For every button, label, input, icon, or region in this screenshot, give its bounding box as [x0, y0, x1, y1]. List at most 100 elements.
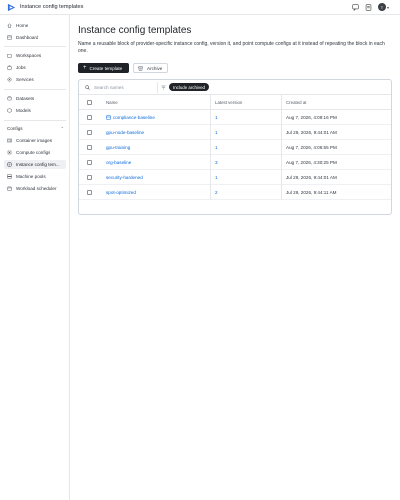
- avatar: T: [377, 3, 386, 11]
- dashboard-icon: [7, 35, 12, 40]
- create-template-button[interactable]: + Create template: [78, 63, 129, 73]
- template-name-link[interactable]: gpu-node-baseline: [106, 130, 144, 135]
- table-row[interactable]: security-hardened 1 Jul 29, 2026, 9:44:0…: [79, 170, 391, 185]
- template-icon: [7, 162, 12, 167]
- chat-icon[interactable]: [352, 3, 360, 11]
- template-name-link[interactable]: org-baseline: [106, 160, 131, 165]
- create-template-label: Create template: [89, 65, 123, 71]
- latest-version-link[interactable]: 3: [215, 160, 218, 165]
- toolbar-divider: [157, 82, 158, 93]
- column-divider: [210, 155, 211, 170]
- template-name: gpu-node-baseline: [106, 130, 145, 135]
- template-name-link[interactable]: security-hardened: [106, 175, 143, 180]
- column-divider: [210, 110, 211, 125]
- divider: [4, 120, 66, 121]
- folder-icon: [7, 54, 12, 58]
- sidebar-item-home[interactable]: Home: [4, 21, 66, 30]
- sidebar-item-container-images[interactable]: Container images: [4, 136, 66, 145]
- sidebar-item-label: Jobs: [16, 65, 26, 70]
- table-row[interactable]: spot-optimized 2 Jul 29, 2026, 9:44:11 A…: [79, 185, 391, 200]
- scheduler-icon: [7, 186, 12, 191]
- column-divider: [281, 110, 282, 125]
- latest-version-link[interactable]: 1: [215, 115, 218, 120]
- sidebar-item-datasets[interactable]: Datasets: [4, 94, 66, 103]
- row-checkbox[interactable]: [87, 160, 92, 165]
- created-at: Aug 7, 2026, 4:06:55 PM: [286, 145, 337, 150]
- archive-button[interactable]: Archive: [133, 63, 168, 73]
- template-name-link[interactable]: spot-optimized: [106, 190, 136, 195]
- column-divider: [281, 95, 282, 110]
- filter-icon[interactable]: [161, 85, 166, 90]
- sidebar-item-workspaces[interactable]: Workspaces: [4, 51, 66, 60]
- template-name: gpu-training: [106, 145, 131, 150]
- latest-version-link[interactable]: 1: [215, 130, 218, 135]
- latest-version-link[interactable]: 1: [215, 175, 218, 180]
- template-name-link[interactable]: gpu-training: [106, 145, 130, 150]
- sidebar-item-label: Services: [16, 77, 34, 82]
- column-header-created[interactable]: Created at: [286, 100, 307, 105]
- app-logo-icon[interactable]: [7, 3, 16, 12]
- search-input[interactable]: [94, 84, 154, 90]
- machine-icon: [7, 174, 12, 179]
- table-row[interactable]: compliance-baseline 1 Aug 7, 2026, 4:09:…: [79, 110, 391, 125]
- template-icon: [106, 114, 111, 120]
- container-icon: [7, 138, 12, 143]
- sidebar-item-jobs[interactable]: Jobs: [4, 63, 66, 72]
- sidebar-item-label: Workload scheduler: [16, 186, 57, 191]
- plus-icon: +: [83, 65, 87, 71]
- created-at: Aug 7, 2026, 4:30:25 PM: [286, 160, 337, 165]
- page-description: Name a reusable block of provider-specif…: [78, 41, 385, 54]
- search-icon: [85, 84, 90, 90]
- user-menu[interactable]: T ▾: [377, 3, 389, 11]
- table-row[interactable]: gpu-node-baseline 1 Jul 29, 2026, 9:44:0…: [79, 125, 391, 140]
- sidebar-item-label: Home: [16, 23, 29, 28]
- sidebar-item-label: Models: [16, 108, 31, 113]
- archive-label: Archive: [147, 65, 163, 71]
- sidebar-item-instance-config-templates[interactable]: Instance config tem...: [4, 160, 66, 169]
- templates-table-card: Include archived Name Latest version Cre…: [78, 79, 392, 215]
- column-header-version[interactable]: Latest version: [215, 100, 242, 105]
- jobs-icon: [7, 65, 12, 70]
- sidebar-item-label: Container images: [16, 138, 53, 143]
- template-name: security-hardened: [106, 175, 143, 180]
- row-checkbox[interactable]: [87, 130, 92, 135]
- search-box: [82, 82, 156, 92]
- row-checkbox[interactable]: [87, 115, 92, 120]
- home-icon: [7, 23, 12, 28]
- sidebar-section-configs[interactable]: Configs ⌃: [7, 126, 64, 131]
- created-at: Jul 29, 2026, 9:44:11 AM: [286, 190, 337, 195]
- table-row[interactable]: org-baseline 3 Aug 7, 2026, 4:30:25 PM: [79, 155, 391, 170]
- sidebar-item-label: Workspaces: [16, 53, 42, 58]
- sidebar-item-machine-pools[interactable]: Machine pools: [4, 172, 66, 181]
- row-checkbox[interactable]: [87, 190, 92, 195]
- template-name-link[interactable]: compliance-baseline: [106, 114, 155, 120]
- divider: [4, 46, 66, 47]
- sidebar-item-services[interactable]: Services: [4, 75, 66, 84]
- top-actions: T ▾: [352, 3, 389, 11]
- column-divider: [281, 185, 282, 200]
- app-title: Instance config templates: [20, 4, 84, 10]
- table-row[interactable]: gpu-training 1 Aug 7, 2026, 4:06:55 PM: [79, 140, 391, 155]
- column-divider: [210, 185, 211, 200]
- latest-version-link[interactable]: 2: [215, 190, 218, 195]
- row-checkbox[interactable]: [87, 145, 92, 150]
- model-icon: [7, 108, 12, 113]
- include-archived-filter-pill[interactable]: Include archived: [169, 83, 209, 91]
- sidebar-item-workload-scheduler[interactable]: Workload scheduler: [4, 184, 66, 193]
- sidebar-item-compute-configs[interactable]: Compute configs: [4, 148, 66, 157]
- sidebar-item-models[interactable]: Models: [4, 106, 66, 115]
- column-header-name[interactable]: Name: [106, 100, 118, 105]
- select-all-checkbox[interactable]: [87, 100, 92, 105]
- sidebar-item-dashboard[interactable]: Dashboard: [4, 33, 66, 42]
- latest-version-link[interactable]: 1: [215, 145, 218, 150]
- table-toolbar: Include archived: [79, 80, 391, 95]
- row-checkbox[interactable]: [87, 175, 92, 180]
- column-divider: [210, 125, 211, 140]
- sidebar-item-label: Machine pools: [16, 174, 46, 179]
- created-at: Jul 29, 2026, 9:44:01 AM: [286, 130, 337, 135]
- sidebar-item-label: Instance config tem...: [16, 162, 60, 167]
- archive-icon: [138, 66, 143, 70]
- docs-icon[interactable]: [365, 3, 373, 11]
- sidebar: Home Dashboard Workspaces Jobs Services …: [0, 15, 70, 500]
- top-bar: Instance config templates T ▾: [0, 0, 400, 15]
